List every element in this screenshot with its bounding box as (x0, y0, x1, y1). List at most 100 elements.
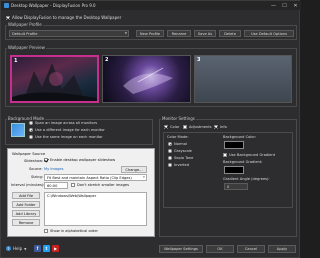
checkbox-icon[interactable] (44, 158, 48, 162)
help-link[interactable]: ? Help ▼ (6, 246, 26, 251)
sizing-select[interactable]: Fit Best and maintain Aspect Ratio (Clip… (44, 174, 147, 181)
remove-button[interactable]: Remove (12, 219, 40, 226)
add-library-button[interactable]: Add Library (12, 210, 40, 217)
tab-adjustments[interactable]: Adjustments (183, 125, 212, 129)
list-item[interactable]: C:\Windows\Web\Wallpaper (45, 193, 146, 199)
apply-button[interactable]: Apply (268, 245, 296, 253)
gradient-angle-input[interactable]: 0 (224, 183, 248, 190)
preview-group-title: Wallpaper Preview (7, 45, 46, 50)
rename-button[interactable]: Rename (167, 30, 191, 37)
radio-icon[interactable] (168, 142, 172, 146)
save-as-button[interactable]: Save As (194, 30, 216, 37)
gradient-color-label: Background Gradient: (223, 160, 263, 164)
source-label: Source: (29, 167, 43, 171)
radio-icon[interactable] (168, 163, 172, 167)
interval-value: 60:00 (47, 183, 58, 188)
color-mode-sepia-label: Sepia Tone (174, 156, 194, 160)
color-mode-inverted[interactable]: Inverted (168, 163, 189, 167)
radio-icon[interactable] (29, 121, 33, 125)
dont-stretch-checkbox[interactable]: Don't stretch smaller images (71, 183, 129, 187)
color-mode-label: Color Mode: (167, 135, 189, 139)
facebook-icon[interactable]: f (34, 245, 41, 252)
monitor-2-preview[interactable]: 2 (102, 55, 191, 103)
new-profile-button[interactable]: New Profile (136, 30, 164, 37)
background-mode-icon (11, 123, 25, 137)
tab-info-label: Info (220, 125, 227, 129)
monitor-3-preview[interactable]: 3 (194, 55, 292, 103)
checkbox-icon[interactable] (223, 153, 227, 157)
minimize-icon[interactable]: — (268, 1, 279, 10)
profile-group-title: Wallpaper Profile (7, 22, 43, 27)
use-default-options-button[interactable]: Use Default Options (244, 30, 294, 37)
window-title: Desktop Wallpaper - DisplayFusion Pro 9.… (11, 3, 96, 8)
checkbox-icon[interactable] (44, 229, 48, 233)
tab-color-label: Color (170, 125, 180, 129)
radio-icon[interactable] (29, 128, 33, 132)
change-source-button[interactable]: Change... (121, 166, 147, 173)
bg-color-label: Background Color: (223, 135, 257, 139)
slideshow-checkbox[interactable]: Enable desktop wallpaper slideshow (44, 158, 115, 162)
profile-select[interactable]: Default Profile ▼ (9, 30, 129, 37)
tab-info[interactable]: Info (214, 125, 227, 129)
checkbox-icon[interactable] (183, 125, 187, 129)
mode-same-option[interactable]: Use the same image on each monitor (29, 135, 103, 139)
help-label: Help (13, 246, 23, 251)
wallpaper-source-panel: Wallpaper Source Slideshow: Enable deskt… (7, 148, 155, 237)
app-icon (4, 3, 9, 8)
wallpaper-image-2 (123, 67, 173, 94)
tab-color[interactable]: Color (164, 125, 179, 129)
monitor-number: 3 (197, 57, 201, 63)
source-list[interactable]: C:\Windows\Web\Wallpaper (44, 192, 147, 226)
color-mode-inverted-label: Inverted (174, 163, 190, 167)
youtube-icon[interactable]: ▶ (52, 245, 59, 252)
monitor-1-preview[interactable]: 1 (10, 55, 99, 103)
twitter-icon[interactable]: t (43, 245, 50, 252)
color-mode-grayscale-label: Grayscale (174, 149, 192, 153)
mode-different-label: Use a different image for each monitor (35, 128, 105, 132)
checkbox-icon[interactable] (6, 15, 10, 20)
mode-span-label: Span an image across all monitors (35, 121, 98, 125)
slideshow-label: Slideshow: (24, 159, 44, 163)
bg-color-swatch[interactable] (224, 141, 244, 149)
gradient-color-swatch[interactable] (224, 166, 244, 174)
source-value[interactable]: My Images (44, 167, 64, 171)
sizing-label: Sizing: (31, 175, 43, 179)
checkbox-icon[interactable] (214, 125, 218, 129)
title-bar[interactable]: Desktop Wallpaper - DisplayFusion Pro 9.… (1, 1, 301, 10)
checkbox-icon[interactable] (164, 125, 168, 129)
help-icon: ? (6, 246, 11, 251)
color-mode-sepia[interactable]: Sepia Tone (168, 156, 193, 160)
color-mode-grayscale[interactable]: Grayscale (168, 149, 192, 153)
chevron-down-icon: ▼ (24, 246, 27, 251)
chevron-down-icon: ▼ (142, 175, 145, 179)
radio-icon[interactable] (168, 156, 172, 160)
delete-button[interactable]: Delete (219, 30, 241, 37)
wallpaper-image-1 (12, 63, 97, 101)
mode-different-option[interactable]: Use a different image for each monitor (29, 128, 105, 132)
allow-manage-checkbox[interactable]: Allow DisplayFusion to manage the Deskto… (6, 15, 121, 20)
color-mode-normal[interactable]: Normal (168, 142, 187, 146)
chevron-down-icon: ▼ (124, 31, 127, 35)
alphabetical-label: Show in alphabetical order (50, 229, 99, 233)
mode-span-option[interactable]: Span an image across all monitors (29, 121, 97, 125)
slideshow-check-label: Enable desktop wallpaper slideshow (50, 158, 116, 162)
monitor-settings-title: Monitor Settings (161, 116, 196, 121)
profile-value: Default Profile (12, 31, 38, 36)
add-folder-button[interactable]: Add Folder (12, 201, 40, 208)
checkbox-icon[interactable] (71, 183, 75, 187)
radio-icon[interactable] (29, 135, 33, 139)
maximize-icon[interactable]: ☐ (279, 1, 290, 10)
close-icon[interactable]: ✕ (290, 1, 301, 10)
dont-stretch-label: Don't stretch smaller images (77, 183, 129, 187)
interval-input[interactable]: 60:00 (44, 182, 68, 189)
radio-icon[interactable] (168, 149, 172, 153)
allow-manage-label: Allow DisplayFusion to manage the Deskto… (12, 15, 122, 20)
gradient-angle-label: Gradient Angle (degrees): (223, 177, 270, 181)
add-file-button[interactable]: Add File (12, 192, 40, 199)
color-mode-normal-label: Normal (174, 142, 188, 146)
use-gradient-checkbox[interactable]: Use Background Gradient (223, 153, 275, 157)
cancel-button[interactable]: Cancel (237, 245, 265, 253)
alphabetical-checkbox[interactable]: Show in alphabetical order (44, 229, 98, 233)
ok-button[interactable]: OK (206, 245, 234, 253)
wallpaper-settings-button[interactable]: Wallpaper Settings (159, 245, 203, 253)
